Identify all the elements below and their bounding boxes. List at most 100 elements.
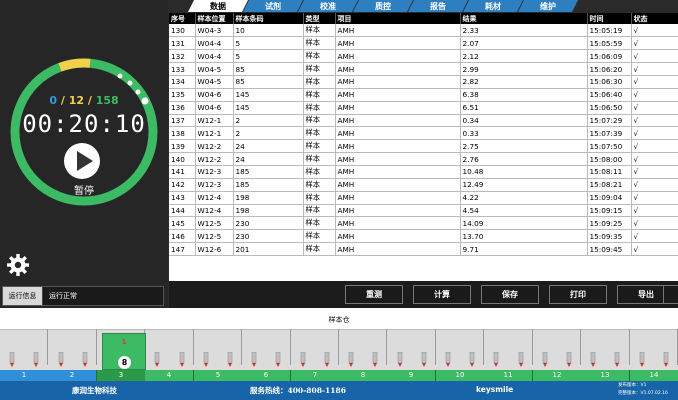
column-header[interactable]: 样本条码 — [233, 13, 304, 24]
active-tray[interactable]: 1 8 — [102, 333, 146, 370]
sample-tube — [566, 351, 572, 368]
slot-number[interactable]: 14 — [630, 370, 678, 381]
tray-number-badge: 8 — [118, 356, 131, 369]
table-row[interactable]: 134 W04-5 85 样本 AMH 2.82 15:06:30 √ — [169, 75, 678, 89]
tab-4[interactable]: 报告 — [408, 0, 468, 12]
table-cell: 185 — [233, 178, 304, 192]
action-button-partial[interactable] — [663, 285, 678, 304]
table-cell: W12-3 — [195, 165, 234, 179]
sample-tube — [9, 351, 15, 368]
table-cell: √ — [631, 152, 678, 166]
slot-number[interactable]: 3 — [97, 370, 146, 381]
column-header[interactable]: 样本位置 — [195, 13, 234, 24]
table-cell: AMH — [335, 24, 461, 38]
table-cell: AMH — [335, 49, 461, 64]
table-cell: 样本 — [303, 216, 336, 231]
table-row[interactable]: 131 W04-4 5 样本 AMH 2.07 15:05:59 √ — [169, 36, 678, 51]
slot-number[interactable]: 1 — [0, 370, 49, 381]
table-cell: √ — [631, 242, 678, 256]
play-button[interactable] — [64, 143, 100, 179]
tab-1[interactable]: 试剂 — [243, 0, 303, 12]
company-name: 康润生物科技 — [72, 386, 117, 395]
table-cell: 143 — [169, 191, 196, 205]
slot-number[interactable]: 12 — [533, 370, 582, 381]
action-button-0[interactable]: 重测 — [345, 285, 403, 304]
tab-6[interactable]: 维护 — [518, 0, 578, 12]
counter-separator: / — [87, 94, 92, 107]
tab-3[interactable]: 质控 — [353, 0, 413, 12]
slot-divider — [290, 329, 291, 365]
table-row[interactable]: 143 W12-4 198 样本 AMH 4.22 15:09:04 √ — [169, 191, 678, 205]
table-cell: 137 — [169, 114, 196, 128]
sample-tube — [397, 351, 403, 368]
sample-tube — [154, 351, 160, 368]
table-cell: √ — [631, 165, 678, 179]
slot-number[interactable]: 11 — [484, 370, 533, 381]
tab-2[interactable]: 校准 — [298, 0, 358, 12]
slot-number[interactable]: 2 — [48, 370, 97, 381]
table-cell: 样本 — [303, 75, 336, 89]
action-button-3[interactable]: 打印 — [549, 285, 607, 304]
table-cell: AMH — [335, 204, 461, 218]
table-cell: AMH — [335, 152, 461, 166]
results-table: 序号 样本位置 样本条码 类型 项目 结果 时间 状态 130 W04-3 10 样本 AMH 2.33… — [169, 13, 678, 256]
column-header[interactable]: 类型 — [303, 13, 336, 24]
action-button-1[interactable]: 计算 — [413, 285, 471, 304]
table-cell: 15:09:15 — [587, 204, 632, 218]
table-row[interactable]: 136 W04-6 145 样本 AMH 6.51 15:06:50 √ — [169, 101, 678, 115]
column-header[interactable]: 序号 — [169, 13, 196, 24]
table-cell: 2 — [233, 114, 304, 128]
sample-tube — [251, 351, 257, 368]
table-row[interactable]: 132 W04-4 5 样本 AMH 2.12 15:06:09 √ — [169, 49, 678, 64]
table-cell: 2 — [233, 126, 304, 141]
slot-number[interactable]: 5 — [194, 370, 243, 381]
table-row[interactable]: 144 W12-4 198 样本 AMH 4.54 15:09:15 √ — [169, 204, 678, 218]
gear-icon — [7, 254, 29, 276]
table-cell: √ — [631, 62, 678, 76]
table-cell: √ — [631, 49, 678, 64]
table-cell: √ — [631, 216, 678, 231]
pause-label[interactable]: 暂停 — [0, 182, 168, 197]
tab-0[interactable]: 数据 — [188, 0, 248, 12]
table-row[interactable]: 141 W12-3 185 样本 AMH 10.48 15:08:11 √ — [169, 165, 678, 179]
table-cell: AMH — [335, 216, 461, 231]
slot-number[interactable]: 13 — [581, 370, 630, 381]
slot-number[interactable]: 4 — [145, 370, 194, 381]
table-row[interactable]: 133 W04-5 85 样本 AMH 2.99 15:06:20 √ — [169, 62, 678, 76]
slot-number[interactable]: 8 — [339, 370, 388, 381]
table-cell: 24 — [233, 139, 304, 154]
slot-number[interactable]: 9 — [387, 370, 436, 381]
table-row[interactable]: 138 W12-1 2 样本 AMH 0.33 15:07:39 √ — [169, 126, 678, 141]
settings-button[interactable] — [6, 253, 30, 277]
table-cell: 2.07 — [460, 36, 588, 51]
tab-5[interactable]: 耗材 — [463, 0, 523, 12]
table-row[interactable]: 140 W12-2 24 样本 AMH 2.76 15:08:00 √ — [169, 152, 678, 166]
table-row[interactable]: 145 W12-5 230 样本 AMH 14.09 15:09:25 √ — [169, 216, 678, 231]
table-cell: 样本 — [303, 191, 336, 205]
table-row[interactable]: 147 W12-6 201 样本 AMH 9.71 15:09:45 √ — [169, 242, 678, 256]
column-header[interactable]: 时间 — [587, 13, 632, 24]
table-cell: W04-6 — [195, 101, 234, 115]
slot-divider — [629, 329, 630, 365]
table-row[interactable]: 146 W12-5 230 样本 AMH 13.70 15:09:35 √ — [169, 229, 678, 244]
table-row[interactable]: 130 W04-3 10 样本 AMH 2.33 15:05:19 √ — [169, 24, 678, 38]
sample-tube — [372, 351, 378, 368]
table-cell: W12-1 — [195, 114, 234, 128]
action-button-2[interactable]: 保存 — [481, 285, 539, 304]
column-header[interactable]: 项目 — [335, 13, 461, 24]
table-cell: 样本 — [303, 229, 336, 244]
table-cell: 15:06:30 — [587, 75, 632, 89]
slot-number[interactable]: 7 — [291, 370, 340, 381]
table-cell: 145 — [169, 216, 196, 231]
table-row[interactable]: 137 W12-1 2 样本 AMH 0.34 15:07:29 √ — [169, 114, 678, 128]
column-header[interactable]: 状态 — [631, 13, 678, 24]
slot-number[interactable]: 6 — [242, 370, 291, 381]
table-cell: AMH — [335, 114, 461, 128]
table-row[interactable]: 142 W12-3 185 样本 AMH 12.49 15:08:21 √ — [169, 178, 678, 192]
slot-divider — [483, 329, 484, 365]
table-row[interactable]: 135 W04-6 145 样本 AMH 6.38 15:06:40 √ — [169, 88, 678, 102]
slot-number[interactable]: 10 — [436, 370, 485, 381]
column-header[interactable]: 结果 — [460, 13, 588, 24]
sample-tube — [58, 351, 64, 368]
table-row[interactable]: 139 W12-2 24 样本 AMH 2.75 15:07:50 √ — [169, 139, 678, 154]
